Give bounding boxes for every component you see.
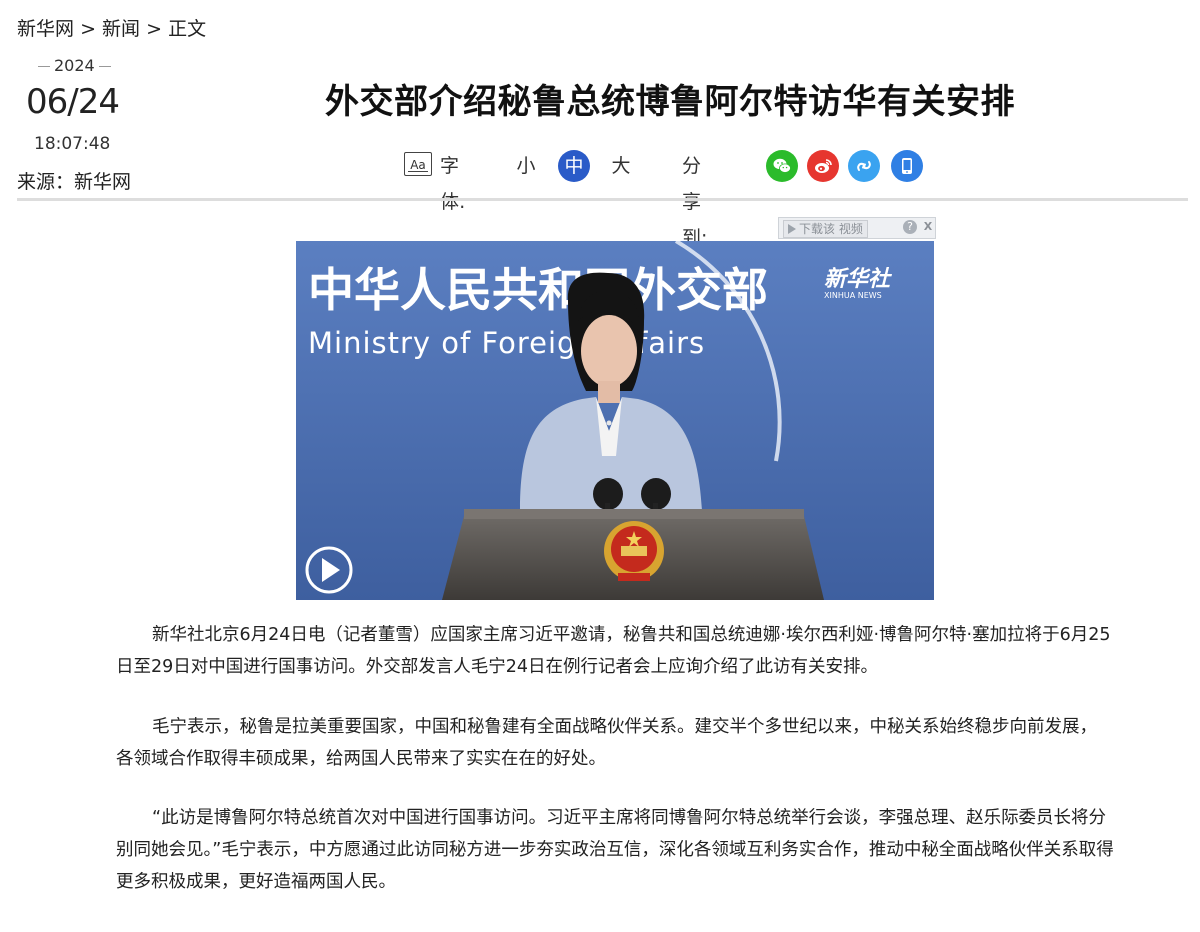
help-icon[interactable]: ?: [903, 220, 917, 234]
article-source: 来源：新华网: [17, 171, 132, 193]
wechat-icon: [773, 158, 791, 173]
font-size-label: 字体:: [440, 155, 466, 213]
backdrop-chinese-text: 中华人民共和国外交部: [308, 263, 768, 317]
article-paragraph: “此访是博鲁阿尔特总统首次对中国进行国事访问。习近平主席将同博鲁阿尔特总统举行会…: [116, 808, 1114, 892]
breadcrumb-separator: >: [146, 18, 163, 40]
font-size-small-button[interactable]: 小: [510, 150, 542, 182]
share-label: 分享到:: [682, 155, 708, 249]
font-size-large-button[interactable]: 大: [605, 150, 637, 182]
breadcrumb-link-news[interactable]: 新闻: [102, 18, 140, 40]
xinhua-watermark-cn: 新华社: [824, 266, 893, 292]
breadcrumb-link-xinhua[interactable]: 新华网: [17, 18, 74, 40]
video-player[interactable]: 中华人民共和国外交部 Ministry of Foreign Affairs 新…: [296, 241, 934, 600]
close-icon[interactable]: X: [921, 220, 935, 234]
breadcrumb-current: 正文: [168, 18, 207, 40]
article-paragraph: 新华社北京6月24日电（记者董雪）应国家主席习近平邀请，秘鲁共和国总统迪娜·埃尔…: [116, 625, 1111, 677]
link-icon: [857, 161, 871, 171]
article-paragraph: 毛宁表示，秘鲁是拉美重要国家，中国和秘鲁建有全面战略伙伴关系。建交半个多世纪以来…: [116, 717, 1097, 769]
share-link-button[interactable]: [848, 150, 880, 182]
play-triangle-icon: [788, 224, 796, 234]
backdrop-english-text: Ministry of Foreign Affairs: [308, 326, 705, 360]
publish-year: 2024: [34, 56, 115, 75]
share-wechat-button[interactable]: [766, 150, 798, 182]
xinhua-watermark-en: XINHUA NEWS: [824, 291, 882, 300]
mobile-icon: [902, 158, 912, 174]
share-weibo-button[interactable]: [807, 150, 839, 182]
publish-time: 18:07:48: [34, 134, 111, 154]
share-mobile-button[interactable]: [891, 150, 923, 182]
video-download-bar: 下载该 视频 ? X: [778, 217, 936, 239]
video-frame: 中华人民共和国外交部 Ministry of Foreign Affairs 新…: [296, 241, 934, 600]
font-size-medium-button[interactable]: 中: [558, 150, 590, 182]
weibo-icon: [815, 159, 832, 173]
article-title: 外交部介绍秘鲁总统博鲁阿尔特访华有关安排: [325, 82, 1015, 122]
breadcrumb-separator: >: [80, 18, 96, 40]
national-emblem: [604, 521, 664, 581]
font-size-icon: Aa: [404, 152, 432, 176]
download-video-label: 下载该 视频: [799, 222, 863, 236]
publish-day: 06/24: [26, 82, 120, 122]
download-video-button[interactable]: 下载该 视频: [783, 220, 868, 238]
header-divider: [17, 198, 1188, 201]
breadcrumb: 新华网 > 新闻 > 正文: [17, 14, 206, 41]
